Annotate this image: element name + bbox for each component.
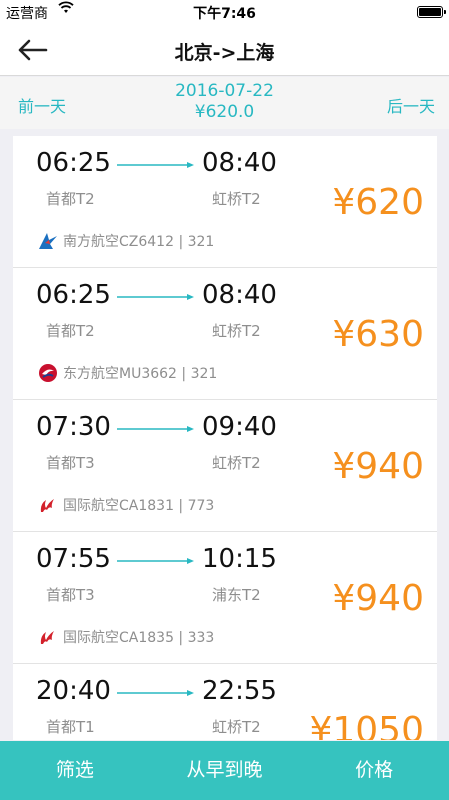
airline-info: 东方航空MU3662 | 321 (37, 363, 217, 383)
status-bar: 运营商 下午7:46 (0, 0, 449, 24)
arrival-time: 22:55 (202, 676, 277, 706)
flight-price: ¥940 (332, 578, 424, 619)
arrival-airport: 虹桥T2 (212, 322, 261, 340)
filter-button[interactable]: 筛选 (0, 741, 150, 800)
bottom-bar: 筛选 从早到晚 价格 (0, 741, 449, 800)
departure-time: 20:40 (36, 676, 111, 706)
sort-time-button[interactable]: 从早到晚 (150, 741, 300, 800)
sort-price-button[interactable]: 价格 (299, 741, 449, 800)
flight-arrow-icon (117, 294, 194, 300)
arrival-airport: 虹桥T2 (212, 718, 261, 736)
current-date[interactable]: 2016-07-22 ¥620.0 (0, 81, 449, 123)
departure-airport: 首都T3 (46, 586, 95, 604)
battery-icon (417, 6, 446, 18)
page-title: 北京->上海 (174, 42, 275, 64)
lowest-price-label: ¥620.0 (194, 102, 255, 122)
flight-card[interactable]: 06:25 08:40 首都T2 虹桥T2 ¥620 南方航空CZ6412 | … (13, 136, 437, 268)
next-day-button[interactable]: 后一天 (387, 93, 435, 117)
flight-price: ¥1050 (309, 710, 424, 740)
air-china-logo-icon (40, 499, 54, 512)
arrival-airport: 虹桥T2 (212, 190, 261, 208)
date-label: 2016-07-22 (175, 81, 274, 101)
flight-list: 06:25 08:40 首都T2 虹桥T2 ¥620 南方航空CZ6412 | … (13, 136, 437, 740)
arrival-airport: 浦东T2 (212, 586, 261, 604)
arrival-time: 10:15 (202, 544, 277, 574)
flight-price: ¥620 (332, 182, 424, 223)
arrival-time: 08:40 (202, 148, 277, 178)
airline-flight-number: 国际航空CA1835 | 333 (63, 630, 215, 646)
departure-time: 06:25 (36, 148, 111, 178)
flight-card[interactable]: 07:55 10:15 首都T3 浦东T2 ¥940 国际航空CA1835 | … (13, 532, 437, 664)
departure-time: 06:25 (36, 280, 111, 310)
departure-airport: 首都T2 (46, 190, 95, 208)
departure-time: 07:55 (36, 544, 111, 574)
airline-flight-number: 南方航空CZ6412 | 321 (63, 234, 215, 250)
flight-card[interactable]: 20:40 22:55 首都T1 虹桥T2 ¥1050 (13, 664, 437, 740)
arrival-time: 09:40 (202, 412, 277, 442)
airline-flight-number: 国际航空CA1831 | 773 (63, 498, 215, 514)
airline-info: 南方航空CZ6412 | 321 (37, 231, 214, 251)
airline-info: 国际航空CA1831 | 773 (37, 495, 214, 515)
flight-price: ¥940 (332, 446, 424, 487)
flight-card[interactable]: 06:25 08:40 首都T2 虹桥T2 ¥630 东方航空MU3662 | … (13, 268, 437, 400)
arrival-time: 08:40 (202, 280, 277, 310)
departure-airport: 首都T2 (46, 322, 95, 340)
flight-arrow-icon (117, 162, 194, 168)
flight-arrow-icon (117, 558, 194, 564)
departure-airport: 首都T1 (46, 718, 95, 736)
flight-card[interactable]: 07:30 09:40 首都T3 虹桥T2 ¥940 国际航空CA1831 | … (13, 400, 437, 532)
flight-arrow-icon (117, 690, 194, 696)
departure-airport: 首都T3 (46, 454, 95, 472)
status-time: 下午7:46 (193, 6, 256, 22)
departure-time: 07:30 (36, 412, 111, 442)
air-china-logo-icon (40, 631, 54, 644)
china-southern-logo-icon (39, 233, 57, 249)
airline-flight-number: 东方航空MU3662 | 321 (63, 366, 218, 382)
nav-bar: 北京->上海 (0, 24, 449, 76)
flight-price: ¥630 (332, 314, 424, 355)
flight-arrow-icon (117, 426, 194, 432)
date-bar: 前一天 2016-07-22 ¥620.0 后一天 (0, 77, 449, 129)
china-eastern-logo-icon (39, 364, 57, 382)
airline-info: 国际航空CA1835 | 333 (37, 627, 214, 647)
arrival-airport: 虹桥T2 (212, 454, 261, 472)
